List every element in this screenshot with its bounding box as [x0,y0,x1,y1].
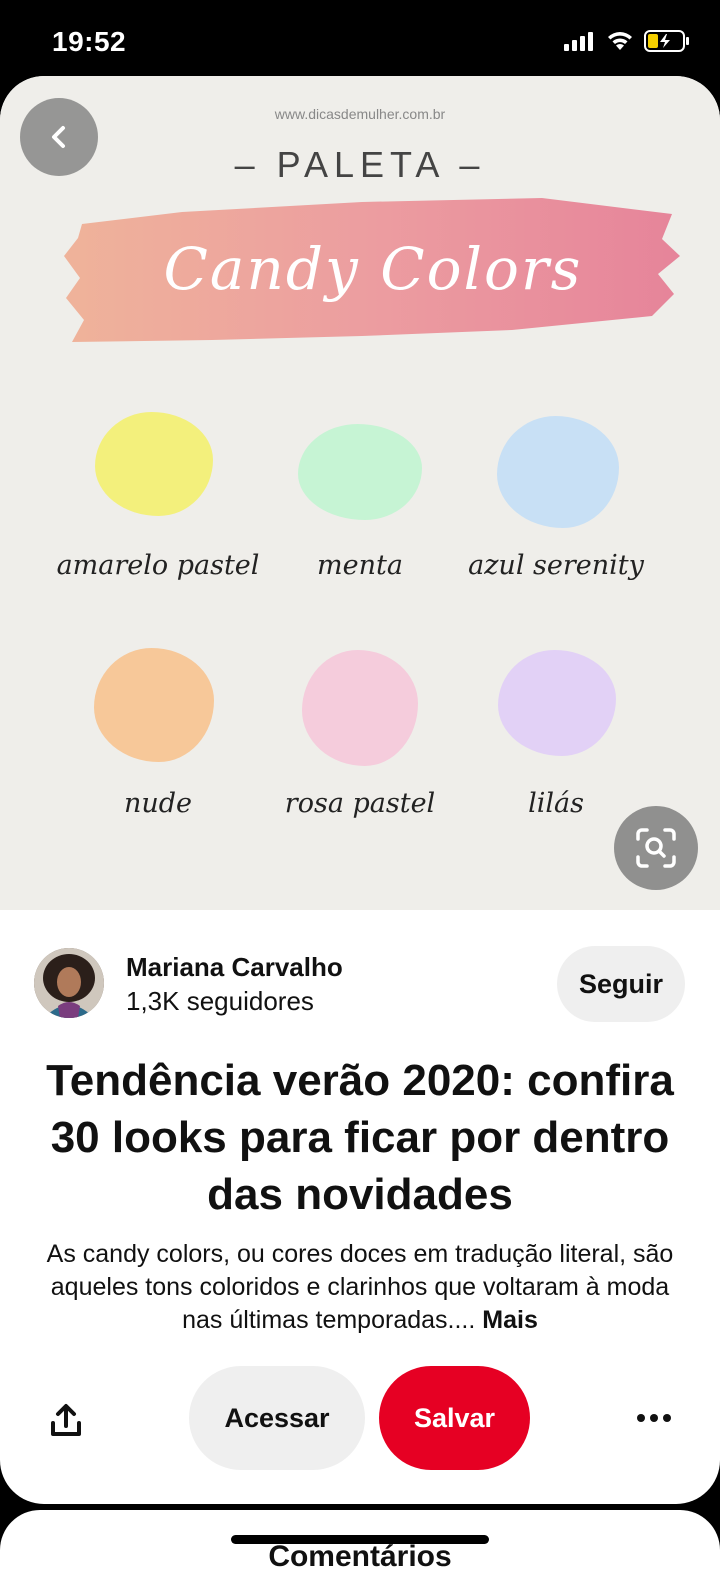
swatch-azul-serenity [497,416,619,528]
swatch-label: menta [317,550,403,581]
follower-count: 1,3K seguidores [126,986,314,1016]
share-button[interactable] [44,1398,88,1442]
image-heading: – PALETA – [234,144,486,185]
swatch-label: amarelo pastel [56,550,260,581]
swatch-label: azul serenity [468,550,644,581]
pin-description-text: As candy colors, ou cores doces em tradu… [46,1240,674,1334]
swatch-label: nude [123,788,193,819]
battery-icon [644,30,689,52]
pin-description: As candy colors, ou cores doces em tradu… [40,1238,680,1337]
swatch-rosa-pastel [302,650,418,766]
swatch-amarelo-pastel [95,412,213,516]
save-button[interactable]: Salvar [379,1366,530,1470]
image-site-text: www.dicasdemulher.com.br [274,106,446,122]
home-indicator[interactable] [231,1535,489,1544]
pin-title: Tendência verão 2020: confira 30 looks p… [46,1056,674,1219]
chevron-left-icon [52,126,65,148]
status-time: 19:52 [52,26,127,57]
avatar[interactable] [34,948,104,1018]
more-dot-icon [663,1414,671,1422]
more-dot-icon [650,1414,658,1422]
signal-icon [564,32,593,51]
swatch-menta [298,424,422,520]
swatch-lilas [498,650,616,756]
comments-card[interactable]: Comentários [0,1510,720,1590]
lens-search-icon [636,828,676,868]
avatar-photo [34,948,104,1018]
status-icons [564,30,690,52]
pin-image[interactable]: www.dicasdemulher.com.br – PALETA – Cand… [0,76,720,910]
swatch-label: rosa pastel [284,788,436,819]
more-link[interactable]: Mais [482,1306,538,1334]
script-title: Candy Colors [163,235,583,303]
wifi-icon [608,32,632,50]
more-dot-icon [637,1414,645,1422]
more-options-button[interactable] [632,1402,676,1434]
comments-title: Comentários [268,1540,452,1573]
status-bar: 19:52 [0,0,720,80]
swatch-nude [94,648,214,762]
author-name[interactable]: Mariana Carvalho [126,952,343,983]
follow-button[interactable]: Seguir [557,946,685,1022]
action-bar: Acessar Salvar [0,1366,720,1470]
visit-button[interactable]: Acessar [189,1366,365,1470]
visual-search-button[interactable] [614,806,698,890]
share-icon [51,1404,81,1436]
back-button[interactable] [20,98,98,176]
pin-card: www.dicasdemulher.com.br – PALETA – Cand… [0,76,720,1504]
author-row: Mariana Carvalho 1,3K seguidores Seguir [0,942,720,1022]
